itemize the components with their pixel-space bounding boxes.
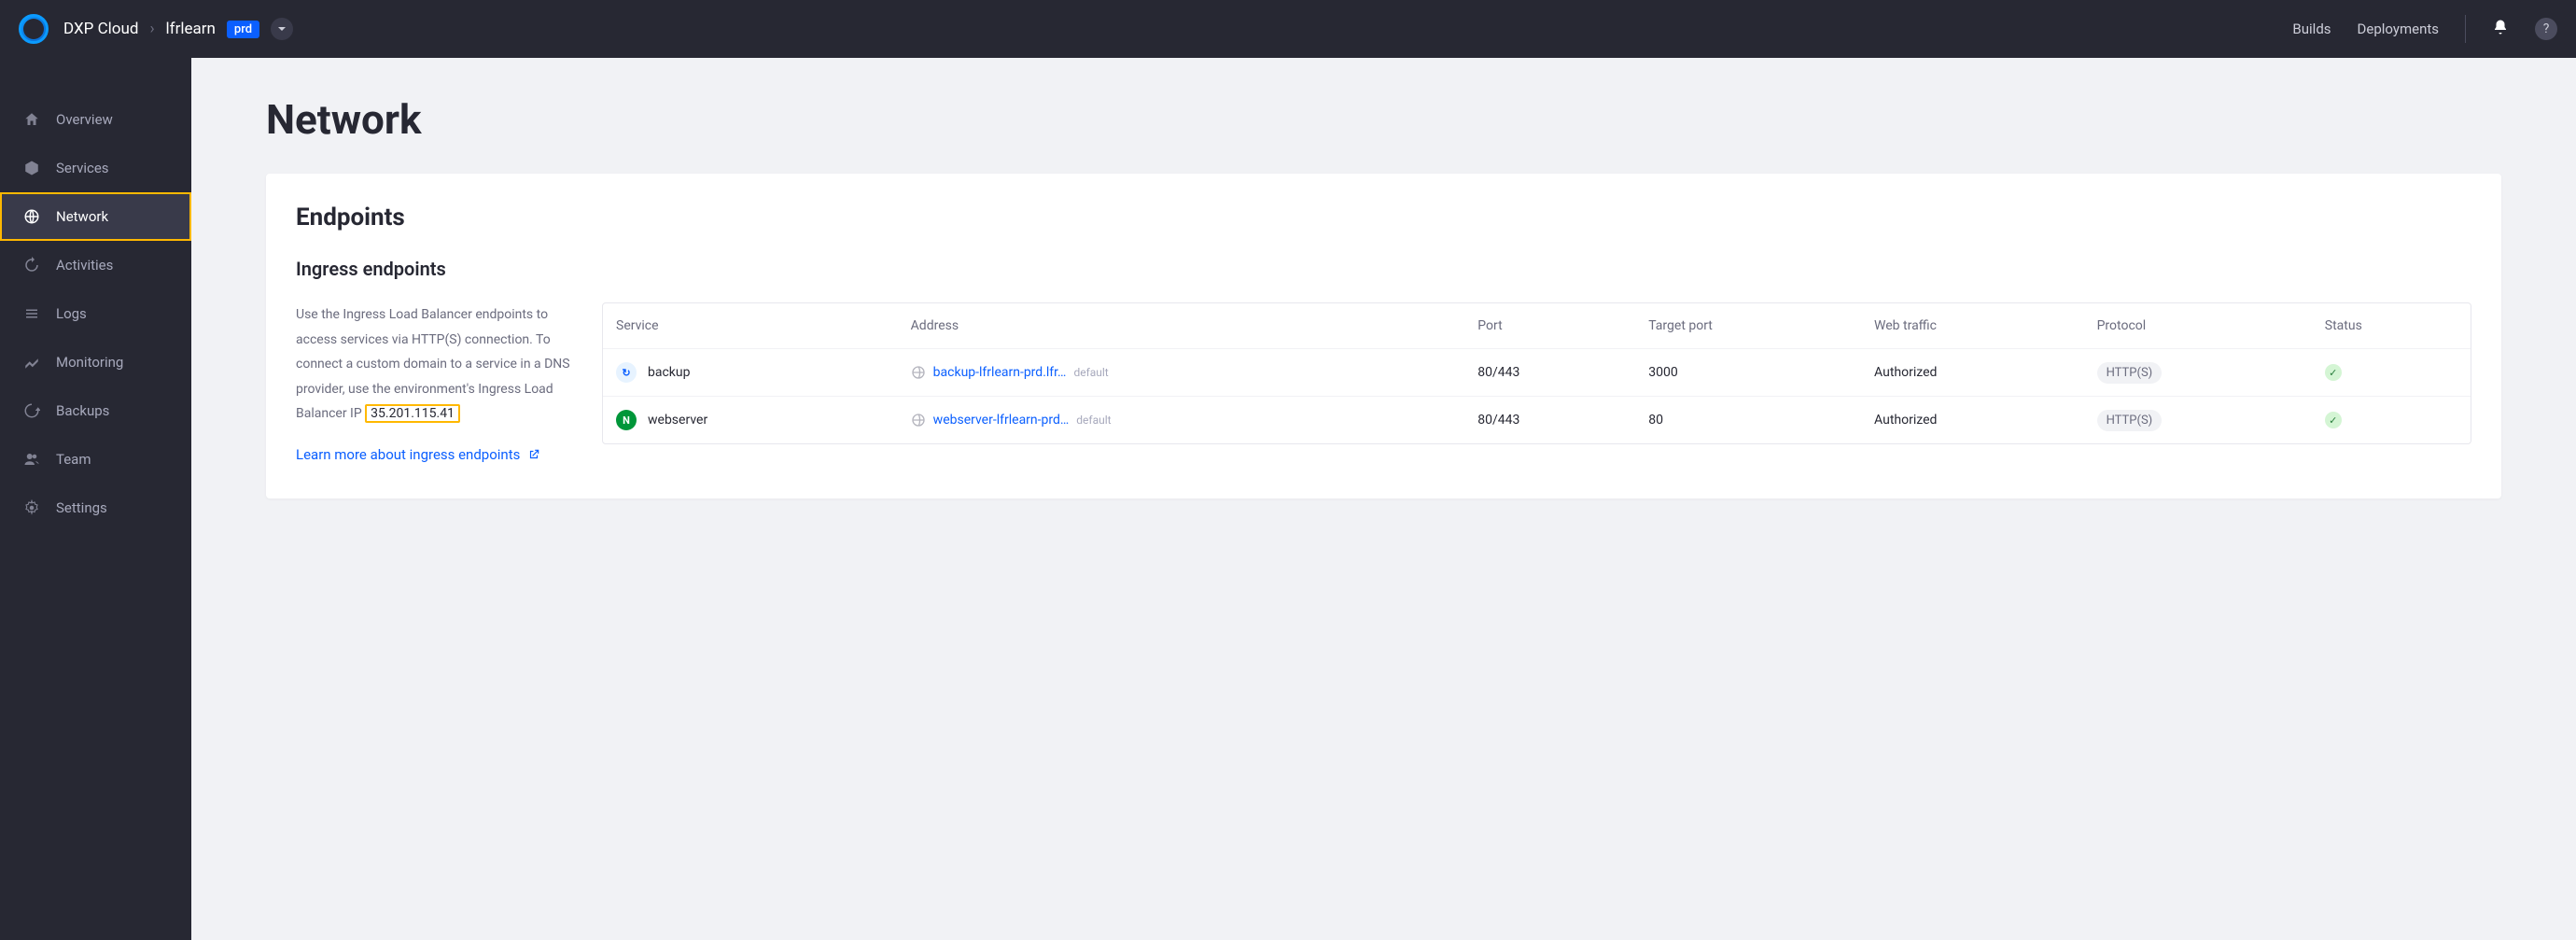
col-address: Address bbox=[898, 303, 1465, 349]
sidebar-item-activities[interactable]: Activities bbox=[0, 241, 191, 289]
sidebar-item-label: Activities bbox=[56, 257, 113, 274]
sidebar-item-backups[interactable]: Backups bbox=[0, 386, 191, 435]
notifications-button[interactable] bbox=[2492, 19, 2509, 39]
page-title: Network bbox=[266, 95, 2501, 144]
logo bbox=[19, 14, 49, 44]
sidebar-item-overview[interactable]: Overview bbox=[0, 95, 191, 144]
protocol-badge: HTTP(S) bbox=[2097, 362, 2163, 384]
target-port-cell: 3000 bbox=[1635, 349, 1861, 397]
bell-icon bbox=[2492, 19, 2509, 35]
sidebar-item-team[interactable]: Team bbox=[0, 435, 191, 484]
question-icon: ? bbox=[2543, 21, 2550, 36]
table-header-row: Service Address Port Target port Web tra… bbox=[603, 303, 2471, 349]
status-ok-icon: ✓ bbox=[2325, 364, 2342, 381]
env-badge: prd bbox=[227, 21, 259, 38]
breadcrumb-root[interactable]: DXP Cloud bbox=[63, 20, 138, 38]
learn-more-label: Learn more about ingress endpoints bbox=[296, 442, 520, 469]
port-cell: 80/443 bbox=[1464, 349, 1635, 397]
ingress-subheading: Ingress endpoints bbox=[296, 258, 2471, 280]
nginx-icon: N bbox=[616, 410, 637, 430]
endpoints-table: Service Address Port Target port Web tra… bbox=[603, 303, 2471, 443]
home-icon bbox=[22, 110, 41, 129]
endpoints-description: Use the Ingress Load Balancer endpoints … bbox=[296, 302, 576, 469]
port-cell: 80/443 bbox=[1464, 397, 1635, 444]
sidebar-item-label: Logs bbox=[56, 305, 87, 322]
protocol-badge: HTTP(S) bbox=[2097, 410, 2163, 431]
chevron-right-icon: › bbox=[149, 20, 154, 38]
table-row: Nwebserver webserver-lfrlearn-prd… default… bbox=[603, 397, 2471, 444]
nav-builds[interactable]: Builds bbox=[2292, 21, 2331, 37]
sidebar-item-label: Backups bbox=[56, 402, 109, 419]
endpoints-heading: Endpoints bbox=[296, 203, 2471, 231]
cube-icon bbox=[22, 159, 41, 177]
address-tag: default bbox=[1073, 366, 1108, 379]
breadcrumb-project[interactable]: lfrlearn bbox=[166, 20, 216, 38]
globe-icon bbox=[911, 413, 926, 428]
service-name: backup bbox=[648, 365, 690, 380]
learn-more-link[interactable]: Learn more about ingress endpoints bbox=[296, 442, 540, 469]
col-status: Status bbox=[2312, 303, 2471, 349]
main-content: Network Endpoints Ingress endpoints Use … bbox=[191, 58, 2576, 940]
sidebar-item-label: Network bbox=[56, 208, 108, 225]
sidebar-item-label: Services bbox=[56, 160, 109, 176]
chart-icon bbox=[22, 353, 41, 372]
sidebar-item-label: Team bbox=[56, 451, 91, 468]
col-target-port: Target port bbox=[1635, 303, 1861, 349]
backup-service-icon: ↻ bbox=[616, 362, 637, 383]
ingress-ip: 35.201.115.41 bbox=[365, 404, 460, 423]
sidebar-item-label: Monitoring bbox=[56, 354, 123, 371]
address-link[interactable]: backup-lfrlearn-prd.lfr… bbox=[933, 365, 1067, 380]
history-icon bbox=[22, 256, 41, 274]
divider bbox=[2465, 15, 2466, 43]
table-row: ↻ backup backup-lfrlearn-prd.lfr… default 80… bbox=[603, 349, 2471, 397]
list-icon bbox=[22, 304, 41, 323]
breadcrumb: DXP Cloud › lfrlearn prd bbox=[63, 18, 293, 40]
endpoints-table-wrap: Service Address Port Target port Web tra… bbox=[602, 302, 2471, 444]
backup-icon bbox=[22, 401, 41, 420]
sidebar-item-services[interactable]: Services bbox=[0, 144, 191, 192]
col-protocol: Protocol bbox=[2084, 303, 2312, 349]
status-ok-icon: ✓ bbox=[2325, 412, 2342, 428]
header: DXP Cloud › lfrlearn prd Builds Deployme… bbox=[0, 0, 2576, 58]
sidebar-item-network[interactable]: Network bbox=[0, 192, 191, 241]
web-traffic-cell: Authorized bbox=[1861, 349, 2084, 397]
col-service: Service bbox=[603, 303, 898, 349]
gear-icon bbox=[22, 498, 41, 517]
col-web-traffic: Web traffic bbox=[1861, 303, 2084, 349]
sidebar: Overview Services Network Activities Log… bbox=[0, 58, 191, 940]
globe-icon bbox=[911, 365, 926, 380]
service-name: webserver bbox=[648, 413, 707, 428]
env-dropdown-button[interactable] bbox=[271, 18, 293, 40]
address-tag: default bbox=[1076, 414, 1111, 427]
web-traffic-cell: Authorized bbox=[1861, 397, 2084, 444]
sidebar-item-settings[interactable]: Settings bbox=[0, 484, 191, 532]
col-port: Port bbox=[1464, 303, 1635, 349]
endpoints-card: Endpoints Ingress endpoints Use the Ingr… bbox=[266, 174, 2501, 498]
help-button[interactable]: ? bbox=[2535, 18, 2557, 40]
nav-deployments[interactable]: Deployments bbox=[2358, 21, 2439, 37]
target-port-cell: 80 bbox=[1635, 397, 1861, 444]
chevron-down-icon bbox=[277, 24, 287, 34]
users-icon bbox=[22, 450, 41, 469]
sidebar-item-label: Overview bbox=[56, 111, 113, 128]
address-link[interactable]: webserver-lfrlearn-prd… bbox=[933, 413, 1070, 428]
sidebar-item-label: Settings bbox=[56, 499, 107, 516]
sidebar-item-logs[interactable]: Logs bbox=[0, 289, 191, 338]
sidebar-item-monitoring[interactable]: Monitoring bbox=[0, 338, 191, 386]
external-link-icon bbox=[527, 448, 540, 461]
globe-icon bbox=[22, 207, 41, 226]
